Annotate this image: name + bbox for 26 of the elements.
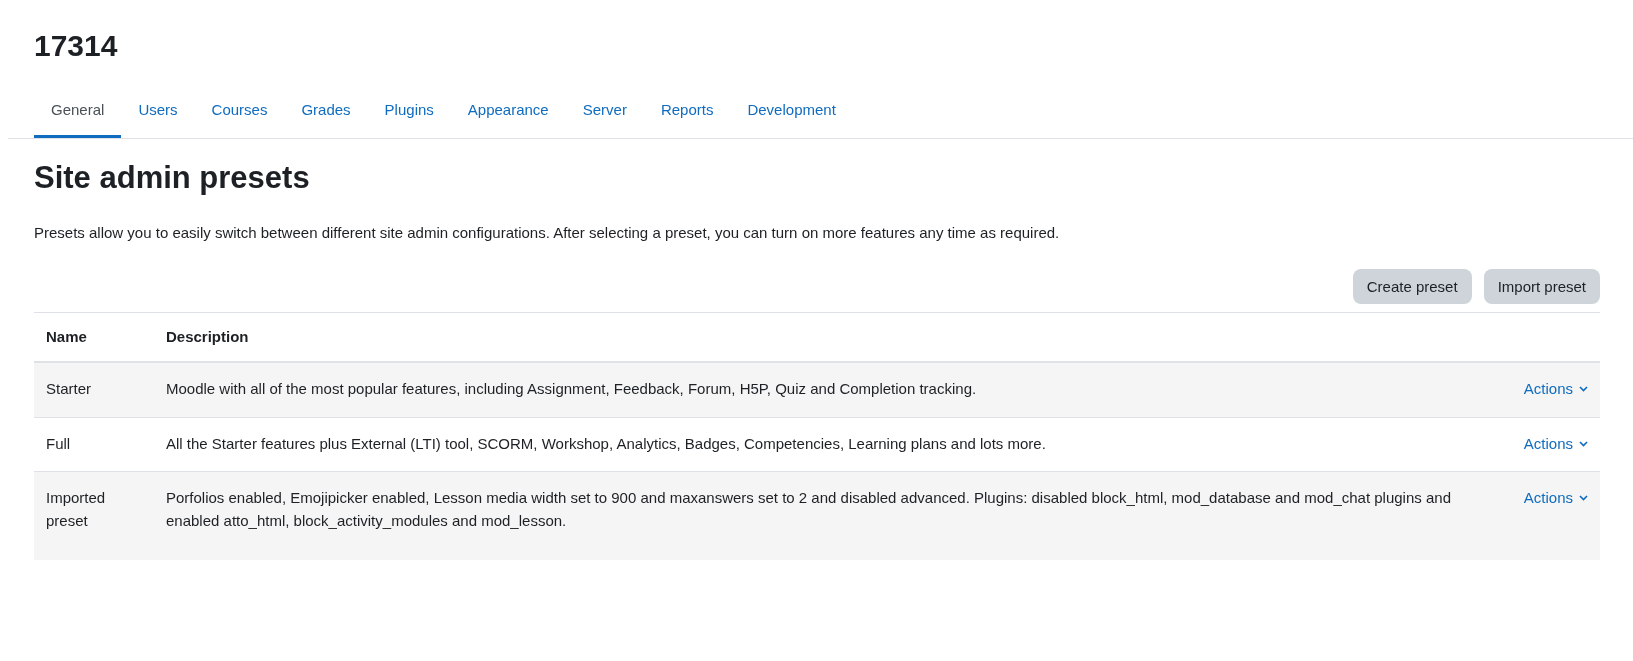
nav-tab[interactable]: Development [730, 86, 853, 138]
nav-tab[interactable]: Grades [284, 86, 368, 138]
actions-menu-link[interactable]: Actions [1523, 487, 1588, 510]
nav-tab[interactable]: Reports [643, 86, 731, 138]
table-cell: Porfolios enabled, Emojipicker enabled, Lesson media width set to 900 and maxanswers set to 2 and disabled advanced. Plugins: disabled block_html, mod_database and mod_chat plugins and enabled atto_html, block_activity_modules and mod_lesson. [154, 471, 1510, 561]
chevron-down-icon [1579, 440, 1588, 447]
nav-tab[interactable]: Courses [194, 86, 285, 138]
table-cell: Moodle with all of the most popular features, including Assignment, Feedback, Forum, H5P, Quiz and Completion tracking. [154, 362, 1510, 418]
nav-tab[interactable]: Users [121, 86, 195, 138]
nav-tab[interactable]: General [34, 86, 122, 138]
table-cell: Starter [34, 362, 154, 418]
table-cell: Full [34, 417, 154, 472]
actions-menu-link[interactable]: Actions [1523, 378, 1588, 401]
chevron-down-icon [1579, 386, 1588, 393]
chevron-down-icon [1579, 495, 1588, 502]
table-cell: All the Starter features plus External (LTI) tool, SCORM, Workshop, Analytics, Badges, Competencies, Learning plans and lots more. [154, 417, 1510, 472]
actions-menu-link[interactable]: Actions [1523, 432, 1588, 456]
nav-tab[interactable]: Server [565, 86, 644, 138]
site-title: 17314 [34, 28, 119, 64]
preset-button[interactable]: Create preset [1352, 269, 1472, 305]
nav-tab[interactable]: Plugins [367, 86, 451, 138]
intro-text: Presets allow you to easily switch between different site admin configurations. After selecting a preset, you can turn on more features any time as required. [34, 224, 1061, 242]
preset-button[interactable]: Import preset [1483, 269, 1600, 305]
nav-tab[interactable]: Appearance [450, 86, 566, 138]
table-cell: Imported preset [34, 471, 154, 561]
page-heading: Site admin presets [34, 159, 311, 197]
